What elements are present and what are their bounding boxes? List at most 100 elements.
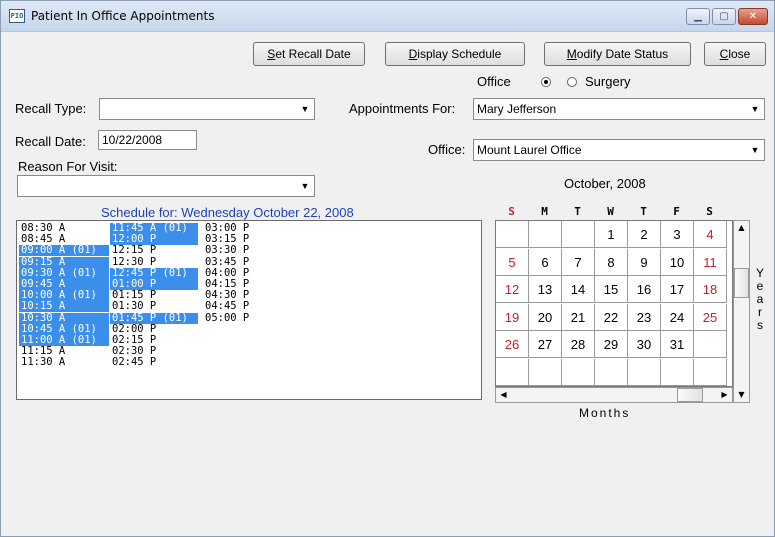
- schedule-slot[interactable]: 10:30 A: [19, 312, 109, 324]
- recall-type-label: Recall Type:: [15, 101, 87, 116]
- schedule-slot[interactable]: 04:45 P: [203, 301, 265, 312]
- calendar-day-cell[interactable]: 6: [529, 248, 562, 276]
- chevron-down-icon[interactable]: ▼: [747, 100, 763, 118]
- calendar-day-cell[interactable]: 29: [595, 331, 628, 358]
- schedule-slot[interactable]: 01:45 P (01): [110, 312, 198, 324]
- scroll-down-icon[interactable]: ▼: [734, 388, 749, 402]
- recall-date-field[interactable]: 10/22/2008: [98, 130, 197, 150]
- display-schedule-label: isplay Schedule: [417, 47, 502, 61]
- calendar-day-cell[interactable]: [529, 221, 562, 248]
- calendar-day-cell[interactable]: 21: [562, 303, 595, 331]
- calendar-day-cell[interactable]: 17: [661, 276, 694, 303]
- calendar-day-cell[interactable]: 28: [562, 331, 595, 358]
- office-radio[interactable]: [541, 77, 551, 87]
- schedule-slot[interactable]: 12:30 P: [110, 256, 198, 268]
- chevron-down-icon[interactable]: ▼: [747, 141, 763, 159]
- weekday-label: F: [673, 205, 680, 218]
- years-scrollbar[interactable]: ▲ ▼: [733, 220, 750, 403]
- close-button[interactable]: Close: [704, 42, 766, 66]
- calendar-day-cell[interactable]: 30: [628, 331, 661, 358]
- calendar-day-cell[interactable]: 23: [628, 303, 661, 331]
- months-scroll-thumb[interactable]: [677, 388, 703, 402]
- calendar-day-cell[interactable]: 26: [496, 331, 529, 358]
- calendar-day-cell[interactable]: [694, 358, 727, 386]
- calendar-day-cell[interactable]: [496, 358, 529, 386]
- calendar-day-cell[interactable]: [562, 358, 595, 386]
- schedule-slot[interactable]: 01:30 P: [110, 301, 198, 312]
- calendar-day-cell[interactable]: 1: [595, 221, 628, 248]
- calendar-day-cell[interactable]: 19: [496, 303, 529, 331]
- schedule-slot[interactable]: 02:45 P: [110, 357, 198, 368]
- scroll-left-icon[interactable]: ◀: [496, 388, 511, 402]
- modify-date-status-button[interactable]: Modify Date Status: [544, 42, 691, 66]
- calendar-day-cell[interactable]: 20: [529, 303, 562, 331]
- appointments-for-value: Mary Jefferson: [477, 102, 557, 116]
- minimize-button[interactable]: ▁: [686, 8, 710, 25]
- calendar-day-cell[interactable]: [694, 331, 727, 358]
- scroll-up-icon[interactable]: ▲: [734, 221, 749, 235]
- reason-for-visit-select[interactable]: ▼: [17, 175, 315, 197]
- close-label: lose: [728, 47, 751, 61]
- calendar-day-cell[interactable]: 16: [628, 276, 661, 303]
- maximize-button[interactable]: ▢: [712, 8, 736, 25]
- scroll-right-icon[interactable]: ▶: [717, 388, 732, 402]
- surgery-radio-label: Surgery: [585, 74, 631, 89]
- calendar-day-cell[interactable]: [595, 358, 628, 386]
- calendar-day-cell[interactable]: 9: [628, 248, 661, 276]
- schedule-slot[interactable]: 09:15 A: [19, 256, 109, 268]
- calendar-day-cell[interactable]: 25: [694, 303, 727, 331]
- weekday-label: M: [541, 205, 548, 218]
- weekday-label: S: [706, 205, 713, 218]
- calendar-day-cell[interactable]: 8: [595, 248, 628, 276]
- years-scroll-thumb[interactable]: [734, 268, 749, 298]
- schedule-list[interactable]: 08:30 A 08:45 A 09:00 A (01) 09:15 A 09:30 A…: [16, 220, 482, 400]
- calendar-day-cell[interactable]: 2: [628, 221, 661, 248]
- calendar-day-cell[interactable]: 3: [661, 221, 694, 248]
- schedule-slot[interactable]: 09:00 A (01): [19, 245, 109, 257]
- appointments-for-select[interactable]: Mary Jefferson ▼: [473, 98, 765, 120]
- display-schedule-button[interactable]: Display Schedule: [385, 42, 525, 66]
- calendar-day-cell[interactable]: [661, 358, 694, 386]
- recall-date-label: Recall Date:: [15, 134, 86, 149]
- weekday-label: T: [640, 205, 647, 218]
- calendar-day-cell[interactable]: [529, 358, 562, 386]
- calendar-day-cell[interactable]: [496, 221, 529, 248]
- calendar-day-cell[interactable]: 15: [595, 276, 628, 303]
- calendar-month-title: October, 2008: [564, 176, 646, 191]
- recall-type-select[interactable]: ▼: [99, 98, 315, 120]
- months-scrollbar[interactable]: ◀ ▶: [495, 387, 733, 403]
- app-window: PIO Patient In Office Appointments ▁ ▢ ✕…: [0, 0, 775, 537]
- schedule-slot[interactable]: 11:30 A: [19, 357, 109, 368]
- appointments-for-label: Appointments For:: [349, 101, 456, 116]
- calendar-day-cell[interactable]: [628, 358, 661, 386]
- chevron-down-icon[interactable]: ▼: [297, 177, 313, 195]
- calendar-day-cell[interactable]: 11: [694, 248, 727, 276]
- set-recall-date-label: et Recall Date: [275, 47, 351, 61]
- calendar-day-cell[interactable]: 14: [562, 276, 595, 303]
- office-select[interactable]: Mount Laurel Office ▼: [473, 139, 765, 161]
- chevron-down-icon[interactable]: ▼: [297, 100, 313, 118]
- calendar-day-cell[interactable]: 22: [595, 303, 628, 331]
- calendar-day-cell[interactable]: 4: [694, 221, 727, 248]
- schedule-slot[interactable]: 12:15 P: [110, 245, 198, 256]
- schedule-slot[interactable]: 03:30 P: [203, 245, 265, 256]
- window-close-button[interactable]: ✕: [738, 8, 768, 25]
- calendar-day-cell[interactable]: 31: [661, 331, 694, 358]
- calendar-day-cell[interactable]: 18: [694, 276, 727, 303]
- calendar-day-cell[interactable]: 24: [661, 303, 694, 331]
- schedule-slot[interactable]: 10:15 A: [19, 301, 109, 313]
- surgery-radio[interactable]: [567, 77, 577, 87]
- months-label: Months: [579, 406, 631, 420]
- set-recall-date-button[interactable]: Set Recall Date: [253, 42, 365, 66]
- calendar-day-cell[interactable]: [562, 221, 595, 248]
- office-radio-label: Office: [477, 74, 511, 89]
- calendar-day-cell[interactable]: 5: [496, 248, 529, 276]
- schedule-slot[interactable]: 03:45 P: [203, 256, 265, 268]
- calendar-day-cell[interactable]: 10: [661, 248, 694, 276]
- calendar-day-cell[interactable]: 12: [496, 276, 529, 303]
- schedule-slot[interactable]: 05:00 P: [203, 312, 265, 324]
- calendar-day-cell[interactable]: 7: [562, 248, 595, 276]
- calendar-day-cell[interactable]: 27: [529, 331, 562, 358]
- calendar-day-cell[interactable]: 13: [529, 276, 562, 303]
- calendar-grid[interactable]: 1 2 3 4 5 6 7 8 9 10 11 12 13 14 15 16 17 18 19 20 21 22 23 24 2…: [495, 220, 733, 387]
